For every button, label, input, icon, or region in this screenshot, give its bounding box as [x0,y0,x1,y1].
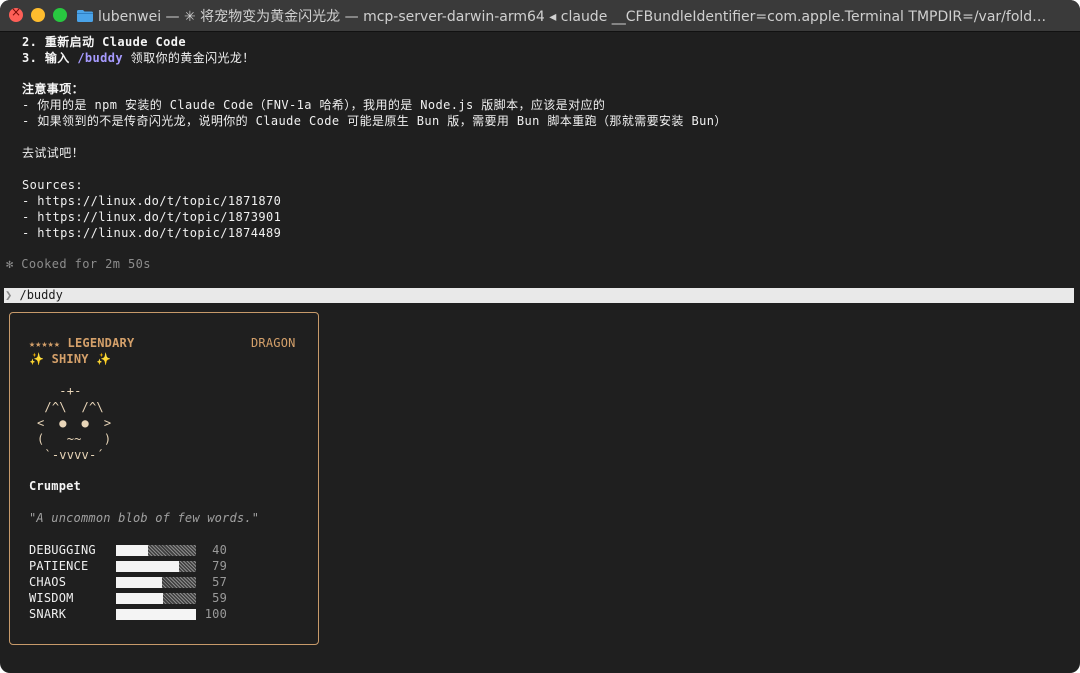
close-window-button[interactable] [9,5,23,22]
stat-label: CHAOS [29,575,67,589]
source-link[interactable]: - https://linux.do/t/topic/1874489 [22,225,281,241]
folder-icon [77,10,93,22]
source-link[interactable]: - https://linux.do/t/topic/1871870 [22,193,281,209]
stat-row: CHAOS 57 [10,574,310,590]
cooked-status: ✻ Cooked for 2m 50s [6,257,151,271]
stat-value: 40 [212,543,227,557]
output-step-3: 3. 输入 /buddy 领取你的黄金闪光龙！ [22,50,255,66]
dragon-art-line: -+- [37,384,82,398]
dragon-art-line: /^\ /^\ [37,400,104,414]
traffic-lights [9,5,67,22]
zoom-window-button[interactable] [53,8,67,22]
stat-label: WISDOM [29,591,74,605]
terminal-content[interactable]: 2. 重新启动 Claude Code 3. 输入 /buddy 领取你的黄金闪… [0,32,1080,673]
stat-label: DEBUGGING [29,543,96,557]
stat-bar-fill [116,561,180,572]
stat-value: 59 [212,591,227,605]
terminal-window: lubenwei — ✳ 将宠物变为黄金闪光龙 — mcp-server-dar… [0,0,1080,673]
stat-bar [116,577,196,588]
go-try-text: 去试试吧！ [22,146,85,160]
stat-bar-fill [116,545,148,556]
stat-bar-fill [116,593,164,604]
window-title: lubenwei — ✳ 将宠物变为黄金闪光龙 — mcp-server-dar… [77,6,1068,26]
step-2-name: Claude Code [102,35,186,49]
prompt-input[interactable]: ❯ /buddy [4,288,1074,303]
dragon-art-line: `-vvvv-´ [37,448,104,462]
stat-row: SNARK 100 [10,606,310,622]
step-3-suffix: 领取你的黄金闪光龙！ [123,51,255,65]
buddy-description: "A uncommon blob of few words." [29,511,260,525]
stat-row: WISDOM 59 [10,590,310,606]
dragon-art-line: < ● ● > [37,416,112,430]
rarity-label: LEGENDARY [67,336,135,350]
buddy-card: ★★★★★ LEGENDARY DRAGON ✨ SHINY ✨ -+- /^\… [9,312,319,645]
species-label: DRAGON [251,336,296,350]
sources-heading: Sources: [22,178,83,192]
stat-value: 79 [212,559,227,573]
stat-bar [116,609,196,620]
dragon-art-line: ( ~~ ) [37,432,112,446]
prompt-command: /buddy [19,288,63,302]
minimize-window-button[interactable] [31,8,45,22]
prompt-chevron-icon: ❯ [5,288,13,302]
output-step-2: 2. 重新启动 Claude Code [22,34,186,50]
stat-bar [116,545,196,556]
stat-row: DEBUGGING 40 [10,542,310,558]
stat-row: PATIENCE 79 [10,558,310,574]
rarity-stars: ★★★★★ [29,339,61,350]
stat-value: 57 [212,575,227,589]
stat-label: SNARK [29,607,67,621]
window-title-text: lubenwei — ✳ 将宠物变为黄金闪光龙 — mcp-server-dar… [98,9,1047,25]
step-3-prefix: 3. 输入 [22,51,78,65]
buddy-command-highlight: /buddy [77,51,124,65]
buddy-name: Crumpet [29,479,81,493]
note-line-1: - 你用的是 npm 安装的 Claude Code（FNV-1a 哈希），我用… [22,98,606,112]
note-line-2: - 如果领到的不是传奇闪光龙，说明你的 Claude Code 可能是原生 Bu… [22,114,727,128]
stat-bar [116,561,196,572]
step-2-prefix: 2. 重新启动 [22,35,103,49]
stat-bar [116,593,196,604]
stat-bar-fill [116,609,196,620]
stat-value: 100 [204,607,227,621]
shiny-label: ✨ SHINY ✨ [29,352,112,366]
title-bar[interactable]: lubenwei — ✳ 将宠物变为黄金闪光龙 — mcp-server-dar… [0,0,1080,32]
notes-heading: 注意事项： [22,82,85,96]
stat-label: PATIENCE [29,559,89,573]
stat-bar-fill [116,577,162,588]
source-link[interactable]: - https://linux.do/t/topic/1873901 [22,209,281,225]
rarity-row: ★★★★★ LEGENDARY [29,335,134,351]
